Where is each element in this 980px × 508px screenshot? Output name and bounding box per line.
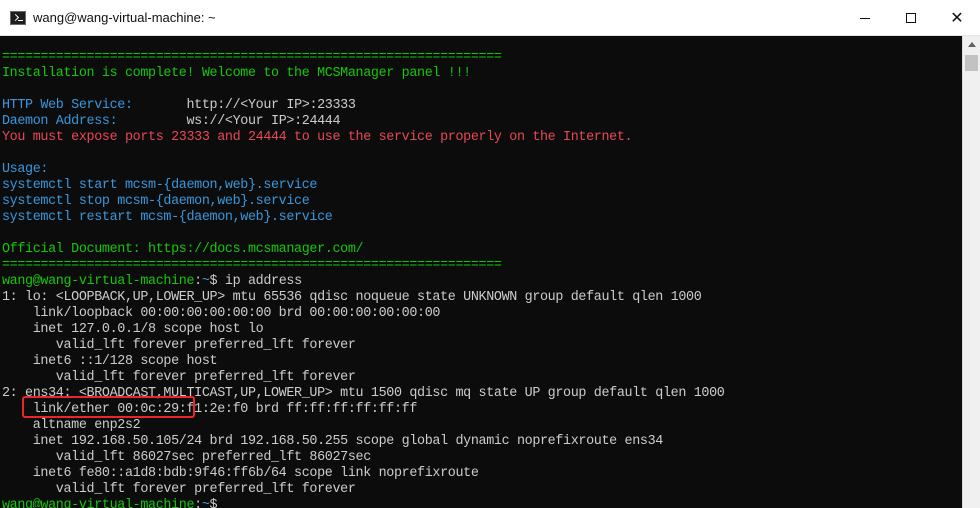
window-controls: ✕ (842, 0, 980, 36)
terminal-app-icon[interactable] (10, 10, 26, 25)
terminal-text-segment: wang@wang-virtual-machine (2, 274, 195, 289)
terminal-line: systemctl restart mcsm-{daemon,web}.serv… (2, 210, 962, 226)
terminal-text-segment: ========================================… (2, 258, 502, 273)
terminal-line: Usage: (2, 162, 962, 178)
terminal-line: inet 127.0.0.1/8 scope host lo (2, 322, 962, 338)
terminal-line: wang@wang-virtual-machine:~$ ip address (2, 274, 962, 290)
terminal-text-segment: Usage: (2, 162, 49, 177)
terminal-line: valid_lft forever preferred_lft forever (2, 482, 962, 498)
terminal-text-segment: link/loopback 00:00:00:00:00:00 brd 00:0… (2, 306, 441, 321)
terminal-line: valid_lft forever preferred_lft forever (2, 370, 962, 386)
terminal-text-segment: : (194, 498, 202, 508)
terminal-text-segment: $ (209, 498, 225, 508)
terminal-text-segment: inet 192.168.50.105/24 brd 192.168.50.25… (2, 434, 664, 449)
terminal-text-segment: http://<Your IP>:23333 (186, 98, 356, 113)
minimize-button[interactable] (842, 0, 888, 36)
terminal-output[interactable]: ========================================… (0, 36, 962, 508)
terminal-text-segment: ~ (201, 498, 210, 508)
terminal-text-segment: systemctl start mcsm-{daemon,web}.servic… (2, 178, 318, 193)
terminal-line: 1: lo: <LOOPBACK,UP,LOWER_UP> mtu 65536 … (2, 290, 962, 306)
terminal-text-segment: inet 127.0.0.1/8 scope host lo (2, 322, 264, 337)
terminal-line: ========================================… (2, 258, 962, 274)
terminal-text-segment: Installation is complete! Welcome to the… (2, 66, 471, 81)
terminal-line: inet6 fe80::a1d8:bdb:9f46:ff6b/64 scope … (2, 466, 962, 482)
terminal-line: link/loopback 00:00:00:00:00:00 brd 00:0… (2, 306, 962, 322)
terminal-text-segment: valid_lft forever preferred_lft forever (2, 338, 356, 353)
terminal-text-segment: ws://<Your IP>:24444 (186, 114, 341, 129)
maximize-button[interactable] (888, 0, 934, 36)
vertical-scrollbar[interactable] (962, 36, 980, 508)
terminal-line: Installation is complete! Welcome to the… (2, 66, 962, 82)
terminal-line: Official Document: https://docs.mcsmanag… (2, 242, 962, 258)
terminal-text-segment: HTTP Web Service: (2, 98, 187, 113)
terminal-text-segment: systemctl stop mcsm-{daemon,web}.service (2, 194, 310, 209)
terminal-text-segment: : (194, 274, 202, 289)
scroll-up-arrow-icon[interactable] (963, 36, 980, 53)
terminal-line: valid_lft forever preferred_lft forever (2, 338, 962, 354)
terminal-line: You must expose ports 23333 and 24444 to… (2, 130, 962, 146)
terminal-text-segment: systemctl restart mcsm-{daemon,web}.serv… (2, 210, 333, 225)
minimize-icon (860, 17, 870, 19)
terminal-text-segment: valid_lft 86027sec preferred_lft 86027se… (2, 450, 371, 465)
terminal-line: ========================================… (2, 50, 962, 66)
terminal-text-segment: Official Document: https://docs.mcsmanag… (2, 242, 364, 257)
terminal-line: inet6 ::1/128 scope host (2, 354, 962, 370)
terminal-text-segment: $ ip address (209, 274, 303, 289)
terminal-text-segment: altname enp2s2 (2, 418, 141, 433)
terminal-line: altname enp2s2 (2, 418, 962, 434)
terminal-text-segment: ~ (201, 274, 210, 289)
terminal-text-segment: inet6 fe80::a1d8:bdb:9f46:ff6b/64 scope … (2, 466, 479, 481)
terminal-text-segment: You must expose ports 23333 and 24444 to… (2, 130, 633, 145)
terminal-line: valid_lft 86027sec preferred_lft 86027se… (2, 450, 962, 466)
close-button[interactable]: ✕ (934, 0, 980, 36)
terminal-line: systemctl start mcsm-{daemon,web}.servic… (2, 178, 962, 194)
terminal-line: HTTP Web Service: http://<Your IP>:23333 (2, 98, 962, 114)
scroll-thumb[interactable] (965, 55, 978, 71)
terminal-line: systemctl stop mcsm-{daemon,web}.service (2, 194, 962, 210)
close-icon: ✕ (950, 8, 964, 27)
maximize-icon (906, 13, 916, 23)
terminal-text-segment: inet6 ::1/128 scope host (2, 354, 218, 369)
ip-highlight-box (22, 396, 195, 418)
terminal-line: wang@wang-virtual-machine:~$ (2, 498, 962, 508)
terminal-window: wang@wang-virtual-machine: ~ ✕ =========… (0, 0, 980, 508)
terminal-text-segment: 1: lo: <LOOPBACK,UP,LOWER_UP> mtu 65536 … (2, 290, 702, 305)
title-bar[interactable]: wang@wang-virtual-machine: ~ ✕ (0, 0, 980, 36)
terminal-text-segment: ========================================… (2, 50, 502, 65)
window-title: wang@wang-virtual-machine: ~ (33, 10, 216, 25)
terminal-text-segment: valid_lft forever preferred_lft forever (2, 482, 356, 497)
terminal-line: inet 192.168.50.105/24 brd 192.168.50.25… (2, 434, 962, 450)
terminal-text-segment: Daemon Address: (2, 114, 187, 129)
terminal-text-segment: wang@wang-virtual-machine (2, 498, 195, 508)
terminal-text-segment: valid_lft forever preferred_lft forever (2, 370, 356, 385)
terminal-line: Daemon Address: ws://<Your IP>:24444 (2, 114, 962, 130)
